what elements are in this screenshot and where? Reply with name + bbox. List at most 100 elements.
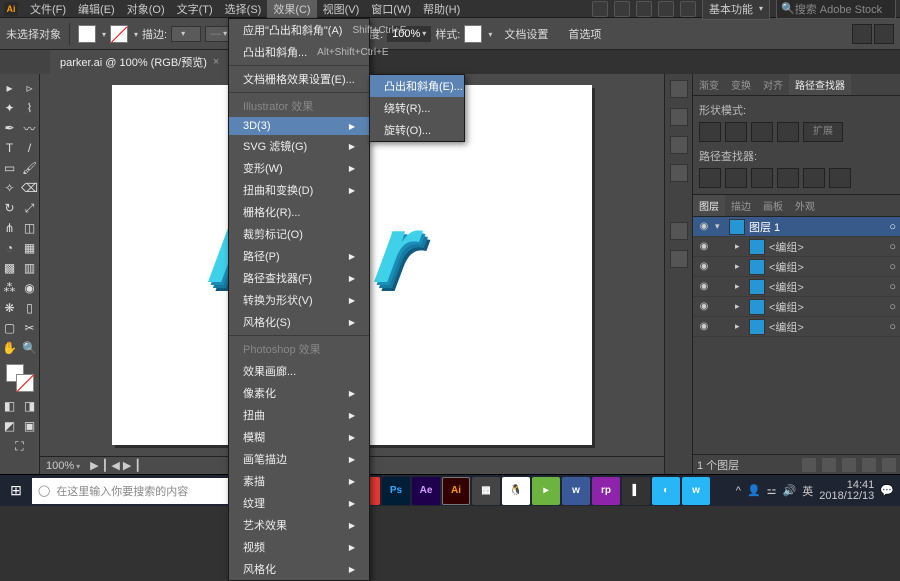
new-sublayer-icon[interactable] [842,458,856,472]
start-button[interactable]: ⊞ [2,477,30,505]
menu-svg-filters[interactable]: SVG 滤镜(G) [229,135,369,157]
menu-video[interactable]: 视频 [229,536,369,558]
mesh-tool[interactable]: ▩ [0,258,20,278]
dock-stroke-icon[interactable] [670,222,688,240]
rotate-tool[interactable]: ↻ [0,198,20,218]
dock-symbols-icon[interactable] [670,164,688,182]
shaper-tool[interactable]: ✧ [0,178,20,198]
menu-rotate[interactable]: 旋转(O)... [370,119,464,141]
menu-extrude-bevel[interactable]: 凸出和斜角(E)... [370,75,464,97]
magic-wand-tool[interactable]: ✦ [0,98,20,118]
layer-row[interactable]: ◉▸<编组>○ [693,297,900,317]
gradient-tool[interactable]: ▥ [20,258,40,278]
taskbar-app-blue[interactable]: w [562,477,590,505]
taskbar-ae[interactable]: Ae [412,477,440,505]
visibility-icon[interactable]: ◉ [697,320,711,334]
screen-mode-icon[interactable]: ▣ [20,416,40,436]
menu-blur[interactable]: 模糊 [229,426,369,448]
rectangle-tool[interactable]: ▭ [0,158,20,178]
tab-pathfinder[interactable]: 路径查找器 [789,74,851,95]
tray-volume-icon[interactable]: 🔊 [783,484,797,497]
menu-view[interactable]: 视图(V) [317,0,366,19]
visibility-icon[interactable]: ◉ [697,220,711,234]
menu-sketch[interactable]: 素描 [229,470,369,492]
locate-layer-icon[interactable] [802,458,816,472]
menu-doc-raster-settings[interactable]: 文档栅格效果设置(E)... [229,68,369,90]
menu-pathfinder[interactable]: 路径查找器(F) [229,267,369,289]
titlebar-icon-1[interactable] [592,1,608,17]
fill-stroke-control[interactable] [6,364,34,392]
tab-gradient[interactable]: 渐变 [693,74,725,95]
shape-builder-tool[interactable]: ◔ [0,238,20,258]
zoom-tool[interactable]: 🔍 [20,338,40,358]
pf-exclude[interactable] [777,122,799,142]
expand-icon[interactable]: ▾ [715,221,725,232]
paintbrush-tool[interactable]: 🖌 [20,158,40,178]
align-icon[interactable] [852,24,872,44]
menu-crop-marks[interactable]: 裁剪标记(O) [229,223,369,245]
menu-revolve[interactable]: 绕转(R)... [370,97,464,119]
notification-icon[interactable]: 💬 [880,484,894,497]
menu-texture[interactable]: 纹理 [229,492,369,514]
pf-divide[interactable] [699,168,721,188]
menu-pixelate[interactable]: 像素化 [229,382,369,404]
workspace-switcher[interactable]: 基本功能 [702,0,770,20]
layer-row[interactable]: ◉▸<编组>○ [693,317,900,337]
tab-align[interactable]: 对齐 [757,74,789,95]
new-layer-icon[interactable] [862,458,876,472]
pf-unite[interactable] [699,122,721,142]
zoom-level[interactable]: 100% [46,460,80,472]
doc-setup-button[interactable]: 文档设置 [496,24,556,44]
taskbar-ps[interactable]: Ps [382,477,410,505]
taskbar-app-cloud[interactable]: ◐ [652,477,680,505]
menu-help[interactable]: 帮助(H) [417,0,466,19]
menu-3d[interactable]: 3D(3) [229,117,369,135]
dock-color-icon[interactable] [670,80,688,98]
free-transform-tool[interactable]: ◫ [20,218,40,238]
menu-effect-gallery[interactable]: 效果画廊... [229,360,369,382]
menu-window[interactable]: 窗口(W) [365,0,417,19]
expand-icon[interactable]: ▸ [735,301,745,312]
lasso-tool[interactable]: ⌇ [20,98,40,118]
make-clipping-mask-icon[interactable] [822,458,836,472]
menu-file[interactable]: 文件(F) [24,0,72,19]
tray-people-icon[interactable]: 👤 [747,484,761,497]
stroke-swatch[interactable] [110,25,128,43]
dock-swatches-icon[interactable] [670,108,688,126]
tray-network-icon[interactable]: ⚍ [767,484,777,497]
taskbar-rp[interactable]: rp [592,477,620,505]
pf-intersect[interactable] [751,122,773,142]
menu-effect[interactable]: 效果(C) [267,0,316,19]
expand-icon[interactable]: ▸ [735,281,745,292]
menu-stylize-ps[interactable]: 风格化 [229,558,369,580]
tab-layers[interactable]: 图层 [693,195,725,216]
expand-icon[interactable]: ▸ [735,321,745,332]
change-screen-icon[interactable]: ⛶ [10,436,30,456]
direct-selection-tool[interactable]: ▹ [20,78,40,98]
titlebar-icon-2[interactable] [614,1,630,17]
menu-object[interactable]: 对象(O) [121,0,171,19]
line-tool[interactable]: / [20,138,40,158]
layer-row[interactable]: ◉▸<编组>○ [693,277,900,297]
blend-tool[interactable]: ◉ [20,278,40,298]
tray-ime-icon[interactable]: 英 [802,483,813,499]
layer-row[interactable]: ◉▾图层 1○ [693,217,900,237]
taskbar-qq[interactable]: 🐧 [502,477,530,505]
menu-path[interactable]: 路径(P) [229,245,369,267]
tab-transform[interactable]: 变换 [725,74,757,95]
dock-graphic-styles-icon[interactable] [670,250,688,268]
pf-minus-back[interactable] [829,168,851,188]
menu-rasterize[interactable]: 栅格化(R)... [229,201,369,223]
titlebar-icon-3[interactable] [636,1,652,17]
visibility-icon[interactable]: ◉ [697,280,711,294]
taskbar-app-green[interactable]: ▸ [532,477,560,505]
tab-appearance[interactable]: 外观 [789,195,821,216]
titlebar-icon-4[interactable] [658,1,674,17]
style-dropdown[interactable] [486,28,492,40]
menu-brush-strokes[interactable]: 画笔描边 [229,448,369,470]
eraser-tool[interactable]: ⌫ [20,178,40,198]
visibility-icon[interactable]: ◉ [697,260,711,274]
fill-swatch[interactable] [78,25,96,43]
menu-stylize-ai[interactable]: 风格化(S) [229,311,369,333]
menu-apply-last[interactable]: 应用"凸出和斜角"(A)Shift+Ctrl+E [229,19,369,41]
